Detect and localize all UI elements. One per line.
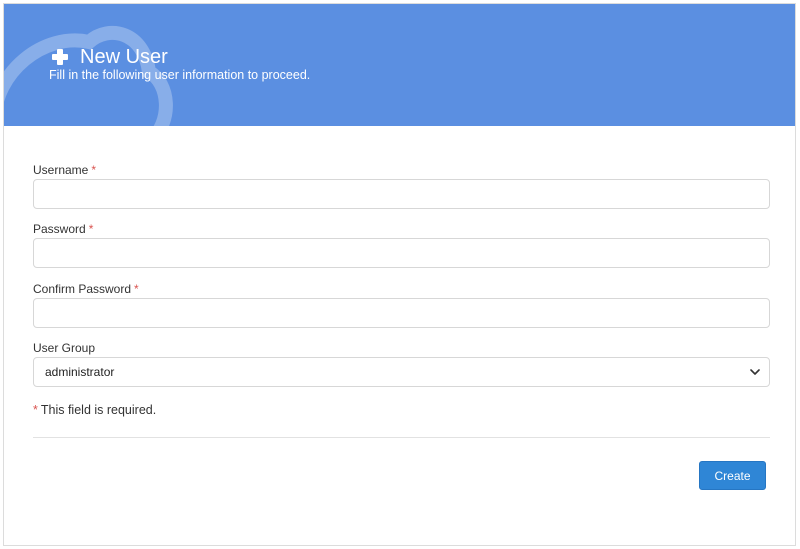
username-input[interactable] [33,179,770,209]
required-mark: * [91,163,97,177]
confirm-password-input[interactable] [33,298,770,328]
header-title-row: New User [52,45,168,69]
dialog-subtitle: Fill in the following user information t… [49,68,311,82]
required-field-note: * This field is required. [33,403,156,417]
password-input[interactable] [33,238,770,268]
user-group-select[interactable]: administrator [33,357,770,387]
required-mark: * [134,282,139,296]
plus-icon [52,49,68,65]
password-label-text: Password [33,222,86,236]
required-mark: * [33,403,38,417]
confirm-password-label: Confirm Password * [33,281,139,297]
username-label: Username * [33,162,96,178]
password-label: Password * [33,221,93,237]
required-note-text: This field is required. [40,403,157,417]
dialog-title: New User [80,46,168,68]
dialog-header: New User Fill in the following user info… [4,4,795,126]
confirm-password-label-text: Confirm Password [33,282,132,296]
required-mark: * [88,222,94,236]
user-group-label: User Group [33,340,95,356]
new-user-dialog: New User Fill in the following user info… [3,3,796,546]
create-button[interactable]: Create [699,461,766,490]
user-group-selected-value: administrator [45,365,115,379]
form-divider [33,437,770,438]
chevron-down-icon [749,366,761,378]
username-label-text: Username [33,163,89,177]
user-group-label-text: User Group [33,341,96,355]
